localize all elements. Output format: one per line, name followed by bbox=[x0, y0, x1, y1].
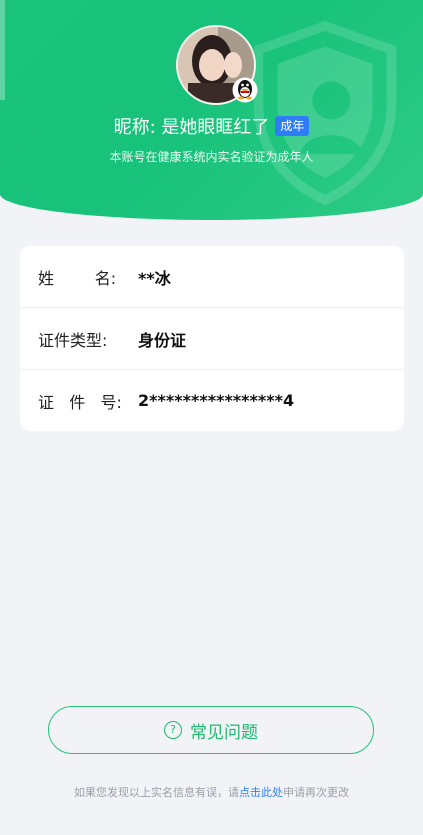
footer-note: 如果您发现以上实名信息有误，请点击此处申请再次更改 bbox=[0, 784, 423, 800]
footer-suffix: 申请再次更改 bbox=[283, 786, 349, 799]
info-card: 姓 名: **冰 证件类型: 身份证 证 件 号: 2*************… bbox=[20, 246, 404, 431]
age-badge: 成年 bbox=[275, 116, 310, 136]
info-row-id-type: 证件类型: 身份证 bbox=[20, 307, 404, 369]
footer-prefix: 如果您发现以上实名信息有误，请 bbox=[74, 786, 239, 799]
change-link[interactable]: 点击此处 bbox=[239, 786, 283, 799]
faq-label: 常见问题 bbox=[190, 722, 258, 743]
info-row-name: 姓 名: **冰 bbox=[20, 246, 404, 307]
question-icon: ? bbox=[164, 721, 182, 739]
info-label: 证 件 号: bbox=[38, 392, 122, 412]
info-value: 2****************4 bbox=[138, 391, 295, 410]
qq-penguin-icon bbox=[232, 77, 258, 103]
info-row-id-number: 证 件 号: 2****************4 bbox=[20, 369, 404, 431]
info-value: 身份证 bbox=[138, 330, 187, 350]
nickname-text: 昵称: 是她眼眶红了 bbox=[113, 117, 270, 138]
faq-button[interactable]: ? 常见问题 bbox=[48, 706, 374, 754]
info-value: **冰 bbox=[138, 268, 171, 288]
nickname-row: 昵称: 是她眼眶红了 成年 bbox=[0, 113, 423, 139]
info-label: 姓 名: bbox=[38, 268, 117, 288]
info-label: 证件类型: bbox=[38, 330, 108, 350]
scroll-indicator bbox=[0, 0, 5, 100]
verification-text: 本账号在健康系统内实名验证为成年人 bbox=[109, 150, 314, 164]
